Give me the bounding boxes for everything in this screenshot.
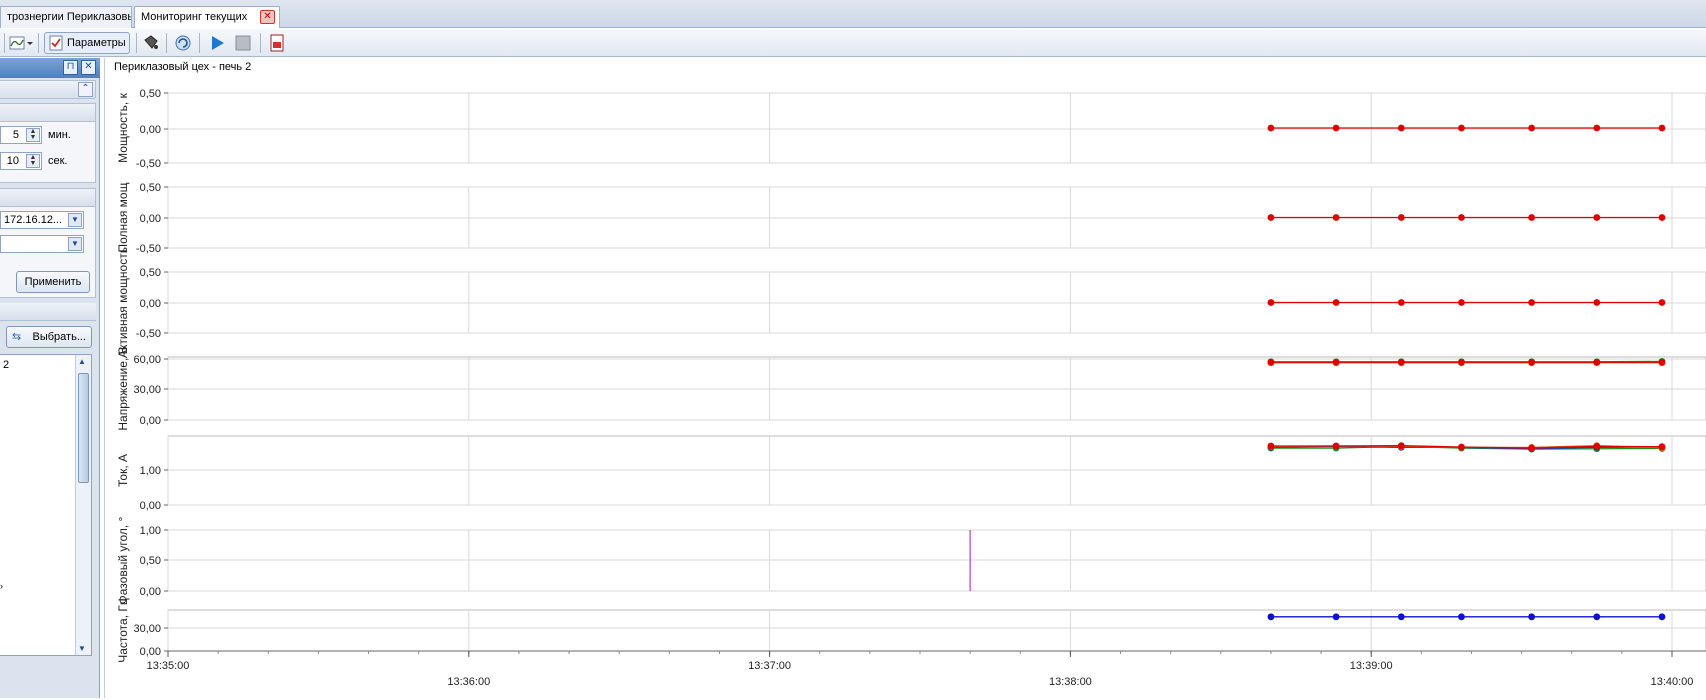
- spinner-arrows-icon[interactable]: ▲ ▼: [26, 154, 40, 168]
- scroll-down-icon[interactable]: ▼: [78, 644, 86, 653]
- scroll-up-icon[interactable]: ▲: [78, 357, 86, 366]
- select-arrow-icon: ⇆: [12, 331, 22, 343]
- list-item[interactable]: 2: [3, 359, 9, 371]
- group-header: [0, 104, 95, 122]
- refresh-seconds-spinner[interactable]: 10 ▲ ▼: [0, 152, 42, 170]
- object-list[interactable]: 2 ▲ ▼ ›: [0, 354, 92, 656]
- toolbar-separator: [260, 33, 261, 53]
- settings-panel: ⊓ ✕ ⌃ 5 ▲ ▼ мин. 10 ▲ ▼ сек. 172.16.12... …: [0, 58, 100, 698]
- play-button[interactable]: [208, 32, 228, 54]
- play-icon: [212, 36, 224, 50]
- chart-type-dropdown[interactable]: [8, 32, 34, 54]
- bucket-icon: [144, 35, 158, 49]
- tab-monitoring-label: Мониторинг текущих: [141, 11, 248, 23]
- tab-energy-label: трознергии Периклазовь: [7, 11, 132, 23]
- tab-energy[interactable]: трознергии Периклазовь: [0, 6, 132, 28]
- select-button-label: Выбрать...: [32, 331, 86, 343]
- group-collapse-bar: ⌃: [0, 80, 96, 99]
- connection-group: 172.16.12... ▼ ▼ Применить: [0, 188, 96, 298]
- group-header: ⌃: [0, 81, 95, 99]
- refresh-seconds-value: 10: [6, 155, 19, 167]
- close-icon[interactable]: ✕: [81, 60, 96, 75]
- report-button[interactable]: [267, 32, 287, 54]
- toolbar-separator: [199, 33, 200, 53]
- seconds-unit-label: сек.: [48, 155, 68, 167]
- chart-line-icon: [9, 36, 33, 50]
- pin-icon[interactable]: ⊓: [63, 60, 78, 75]
- toolbar-separator: [38, 33, 39, 53]
- group-header: [0, 303, 96, 321]
- server-combo[interactable]: 172.16.12... ▼: [0, 211, 84, 229]
- refresh-icon: [175, 35, 191, 51]
- toolbar-separator: [166, 33, 167, 53]
- chevron-down-icon[interactable]: ▼: [68, 213, 82, 227]
- server-combo-value: 172.16.12...: [4, 214, 63, 226]
- vertical-scrollbar[interactable]: ▲ ▼: [75, 355, 91, 655]
- apply-button[interactable]: Применить: [16, 271, 90, 293]
- close-icon[interactable]: ✕: [260, 10, 275, 24]
- tab-bar: трознергии Периклазовь Мониторинг текущи…: [0, 0, 1706, 28]
- stop-button[interactable]: [233, 32, 253, 54]
- chart-title: Периклазовый цех - печь 2: [114, 61, 252, 73]
- minutes-unit-label: мин.: [48, 129, 71, 141]
- interval-group: 5 ▲ ▼ мин. 10 ▲ ▼ сек.: [0, 103, 96, 183]
- checklist-icon: [49, 35, 63, 51]
- params-button[interactable]: Параметры: [44, 32, 130, 54]
- toolbar-separator: [136, 33, 137, 53]
- toolbar: Параметры: [0, 29, 1706, 57]
- panel-header: ⊓ ✕: [0, 58, 100, 78]
- second-combo[interactable]: ▼: [0, 235, 84, 253]
- scrollbar-thumb[interactable]: [78, 373, 89, 483]
- params-button-label: Параметры: [67, 37, 126, 49]
- export-button[interactable]: [141, 32, 161, 54]
- tab-monitoring[interactable]: Мониторинг текущих ✕: [134, 6, 280, 28]
- refresh-button[interactable]: [173, 32, 193, 54]
- select-button[interactable]: ⇆ Выбрать...: [6, 326, 92, 348]
- interval-minutes-spinner[interactable]: 5 ▲ ▼: [0, 126, 42, 144]
- collapse-icon[interactable]: ⌃: [78, 82, 93, 97]
- chart-area: [104, 58, 1706, 698]
- list-glyph: ›: [0, 581, 3, 591]
- interval-minutes-value: 5: [12, 129, 19, 141]
- stop-icon: [235, 35, 251, 51]
- pdf-document-icon: [270, 34, 284, 52]
- chevron-down-icon[interactable]: ▼: [68, 237, 82, 251]
- group-header: [0, 189, 95, 207]
- toolbar-separator: [4, 33, 5, 53]
- spinner-arrows-icon[interactable]: ▲ ▼: [26, 128, 40, 142]
